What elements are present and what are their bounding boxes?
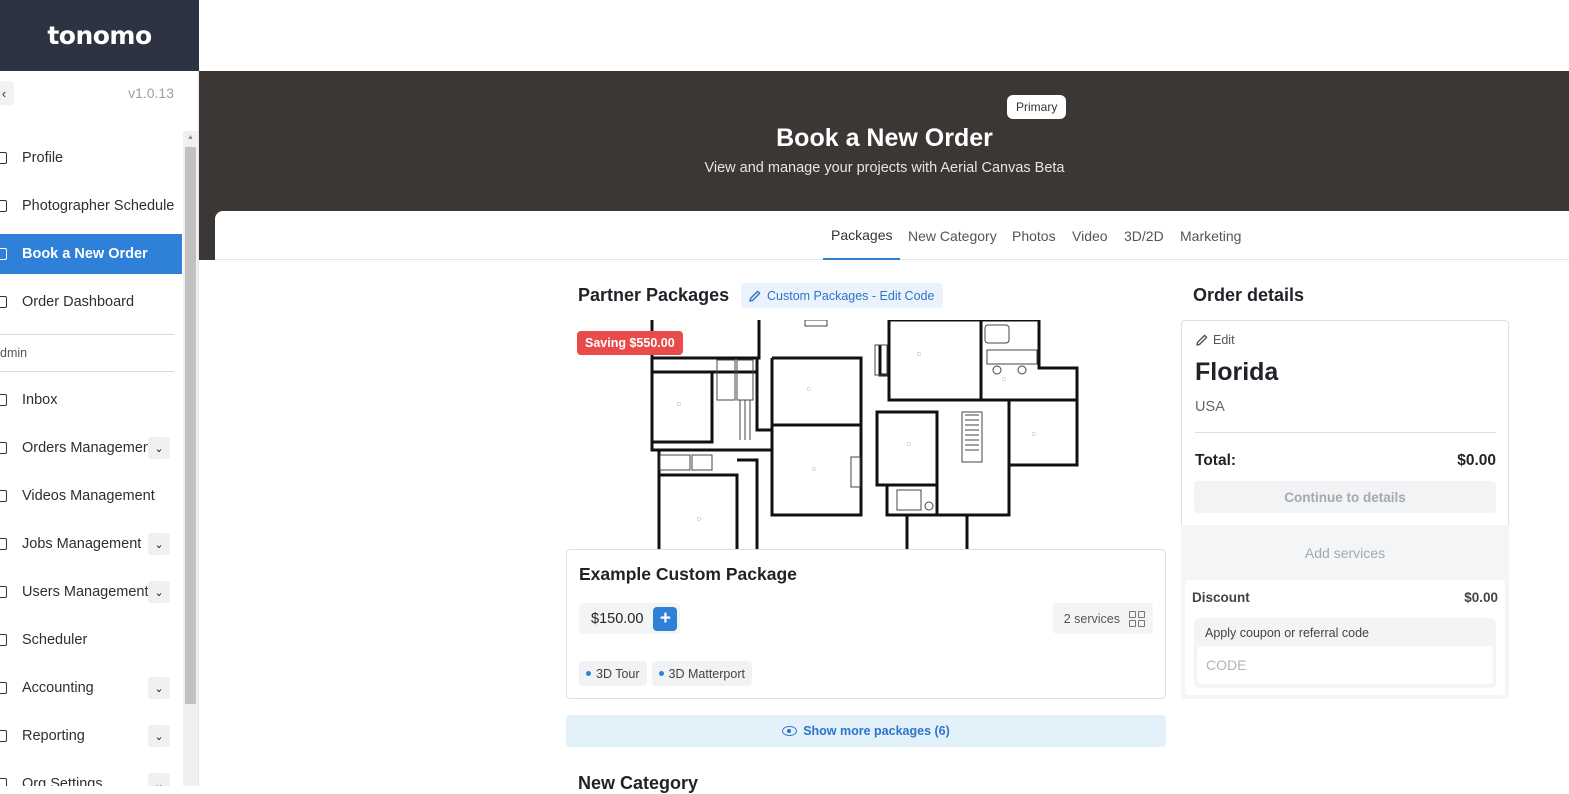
sidebar-item-org-settings[interactable]: Org Settings ⌄ bbox=[0, 760, 182, 786]
tab-new-category[interactable]: New Category bbox=[900, 211, 1005, 260]
pencil-icon bbox=[749, 290, 761, 302]
video-icon bbox=[0, 490, 7, 502]
package-price: $150.00 + bbox=[579, 603, 681, 634]
svg-text:▢: ▢ bbox=[917, 351, 921, 356]
logo-bar: tonomo bbox=[0, 0, 199, 71]
order-extras-panel: Add services Discount $0.00 Apply coupon… bbox=[1181, 525, 1509, 699]
new-category-title: New Category bbox=[578, 773, 699, 793]
sidebar-item-order-dashboard[interactable]: Order Dashboard bbox=[0, 278, 182, 326]
package-name: Example Custom Package bbox=[579, 564, 797, 584]
total-label: Total: bbox=[1195, 452, 1237, 469]
page-subtitle: View and manage your projects with Aeria… bbox=[704, 160, 1065, 176]
total-value: $0.00 bbox=[1457, 452, 1496, 469]
svg-text:▢: ▢ bbox=[807, 386, 811, 391]
chevron-down-icon[interactable]: ⌄ bbox=[148, 581, 170, 603]
svg-text:▢: ▢ bbox=[907, 441, 911, 446]
add-package-button[interactable]: + bbox=[653, 606, 678, 631]
package-tags: 3D Tour 3D Matterport bbox=[579, 661, 752, 686]
accounting-icon bbox=[0, 682, 7, 694]
sidebar-scrollbar[interactable]: ▲ bbox=[183, 131, 198, 786]
service-tag: 3D Tour bbox=[579, 661, 647, 686]
svg-text:▢: ▢ bbox=[677, 401, 681, 406]
discount-value: $0.00 bbox=[1464, 590, 1498, 605]
grid-icon bbox=[1129, 610, 1145, 627]
tab-marketing[interactable]: Marketing bbox=[1172, 211, 1249, 260]
svg-text:▢: ▢ bbox=[1002, 376, 1006, 381]
sidebar-item-orders-management[interactable]: Orders Management ⌄ bbox=[0, 424, 182, 472]
chevron-down-icon[interactable]: ⌄ bbox=[148, 437, 170, 459]
tab-packages[interactable]: Packages bbox=[823, 211, 901, 260]
person-icon bbox=[0, 152, 7, 164]
calendar-icon bbox=[0, 634, 7, 646]
report-icon bbox=[0, 730, 7, 742]
discount-label: Discount bbox=[1192, 590, 1250, 605]
sidebar-item-videos-management[interactable]: Videos Management bbox=[0, 472, 182, 520]
chevron-down-icon[interactable]: ⌄ bbox=[148, 533, 170, 555]
logo[interactable]: tonomo bbox=[47, 21, 152, 50]
chevron-down-icon[interactable]: ⌄ bbox=[148, 725, 170, 747]
primary-badge: Primary bbox=[1007, 95, 1067, 119]
orders-icon bbox=[0, 442, 7, 454]
tab-photos[interactable]: Photos bbox=[1004, 211, 1064, 260]
coupon-label: Apply coupon or referral code bbox=[1205, 626, 1369, 640]
saving-badge: Saving $550.00 bbox=[577, 331, 683, 355]
continue-to-details-button[interactable]: Continue to details bbox=[1194, 481, 1496, 513]
tab-video[interactable]: Video bbox=[1064, 211, 1116, 260]
sidebar-nav: Profile Photographer Schedule Book a New… bbox=[0, 134, 182, 786]
location-country: USA bbox=[1195, 399, 1225, 415]
package-card[interactable]: Example Custom Package $150.00 + 2 servi… bbox=[566, 549, 1166, 699]
jobs-icon bbox=[0, 538, 7, 550]
version-label: v1.0.13 bbox=[128, 85, 174, 101]
chevron-down-icon[interactable]: ⌄ bbox=[148, 773, 170, 786]
home-icon bbox=[0, 296, 7, 308]
tab-3d-2d[interactable]: 3D/2D bbox=[1116, 211, 1172, 260]
mail-icon bbox=[0, 394, 7, 406]
eye-icon bbox=[782, 726, 798, 736]
divider bbox=[1195, 432, 1496, 433]
svg-text:▢: ▢ bbox=[812, 466, 816, 471]
order-details-title: Order details bbox=[1193, 285, 1305, 305]
page-title: Book a New Order bbox=[776, 124, 993, 152]
settings-icon bbox=[0, 778, 7, 786]
order-details-card: Edit Florida USA Total: $0.00 Continue t… bbox=[1181, 320, 1509, 526]
sidebar-item-book-a-new-order[interactable]: Book a New Order bbox=[0, 234, 182, 274]
document-icon bbox=[0, 248, 7, 260]
scrollbar-thumb[interactable] bbox=[185, 147, 196, 704]
edit-code-button[interactable]: Custom Packages - Edit Code bbox=[741, 283, 944, 308]
location-city: Florida bbox=[1195, 358, 1279, 386]
discount-panel: Discount $0.00 Apply coupon or referral … bbox=[1185, 580, 1505, 695]
coupon-box: Apply coupon or referral code bbox=[1194, 618, 1496, 688]
services-count-button[interactable]: 2 services bbox=[1052, 603, 1153, 634]
chevron-down-icon[interactable]: ⌄ bbox=[148, 677, 170, 699]
partner-packages-title: Partner Packages bbox=[578, 285, 730, 305]
sidebar-item-jobs-management[interactable]: Jobs Management ⌄ bbox=[0, 520, 182, 568]
sidebar-item-accounting[interactable]: Accounting ⌄ bbox=[0, 664, 182, 712]
pencil-icon bbox=[1196, 334, 1208, 346]
top-bar bbox=[199, 0, 1569, 71]
collapse-sidebar-button[interactable]: ‹ bbox=[0, 81, 14, 105]
sidebar-item-scheduler[interactable]: Scheduler bbox=[0, 616, 182, 664]
chevron-left-icon: ‹ bbox=[1, 85, 7, 101]
sidebar-item-photographer-schedule[interactable]: Photographer Schedule bbox=[0, 182, 182, 230]
svg-text:▢: ▢ bbox=[1032, 431, 1036, 436]
service-tag: 3D Matterport bbox=[651, 661, 752, 686]
document-icon bbox=[0, 200, 7, 212]
sidebar-item-users-management[interactable]: Users Management ⌄ bbox=[0, 568, 182, 616]
category-tabs: Packages New Category Photos Video 3D/2D… bbox=[215, 211, 1569, 260]
sidebar: ‹ v1.0.13 Profile Photographer Schedule … bbox=[0, 71, 199, 786]
add-services-label: Add services bbox=[1304, 545, 1386, 561]
sidebar-section-admin: dmin bbox=[0, 334, 174, 372]
edit-location-button[interactable]: Edit bbox=[1196, 333, 1235, 347]
show-more-packages-button[interactable]: Show more packages (6) bbox=[566, 715, 1166, 747]
sidebar-item-inbox[interactable]: Inbox bbox=[0, 376, 182, 424]
sidebar-item-reporting[interactable]: Reporting ⌄ bbox=[0, 712, 182, 760]
coupon-code-input[interactable] bbox=[1197, 646, 1493, 684]
main-content: Packages New Category Photos Video 3D/2D… bbox=[215, 211, 1569, 793]
svg-text:▢: ▢ bbox=[697, 516, 701, 521]
users-icon bbox=[0, 586, 7, 598]
